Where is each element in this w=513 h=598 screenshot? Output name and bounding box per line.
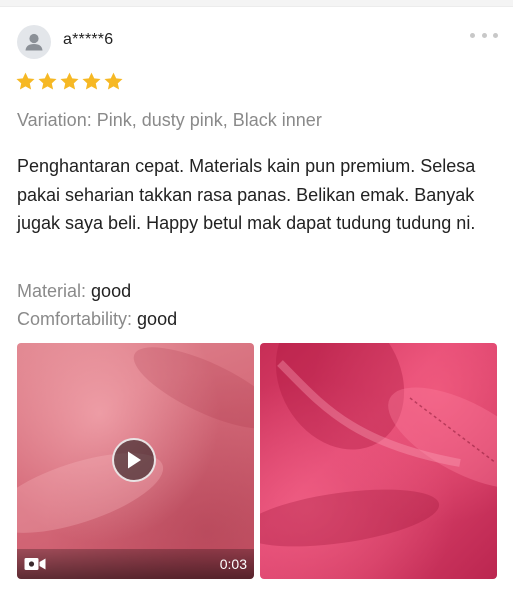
fabric-seam (277, 360, 497, 467)
star-icon (104, 72, 123, 90)
star-icon (38, 72, 57, 90)
star-rating (15, 71, 125, 95)
attribute-material: Material: good (17, 281, 131, 302)
attribute-comfortability: Comfortability: good (17, 309, 177, 330)
attribute-label: Comfortability: (17, 309, 133, 329)
user-silhouette-icon (25, 33, 43, 51)
video-info-bar: 0:03 (17, 549, 254, 579)
star-icon (60, 72, 79, 90)
variation-text: Variation: Pink, dusty pink, Black inner (17, 110, 322, 130)
video-camera-icon (24, 558, 46, 570)
star-icon (16, 72, 35, 90)
attribute-value: good (91, 281, 132, 301)
review-photo-thumbnail[interactable] (260, 343, 497, 579)
review-body: Penghantaran cepat. Materials kain pun p… (17, 156, 476, 233)
review-video-thumbnail[interactable]: 0:03 (17, 343, 254, 579)
attribute-label: Material: (17, 281, 87, 301)
reviewer-username: a*****6 (63, 31, 114, 48)
star-icon (82, 72, 101, 90)
more-dots-icon (470, 32, 475, 38)
section-divider (0, 0, 513, 7)
video-duration: 0:03 (219, 556, 247, 572)
play-icon (128, 451, 141, 469)
more-options-button[interactable] (470, 27, 498, 43)
review-card: a*****6 Variation: Pink, dusty pink, Bla… (0, 7, 513, 598)
avatar[interactable] (17, 25, 51, 59)
play-button[interactable] (112, 438, 156, 482)
attribute-value: good (137, 309, 178, 329)
